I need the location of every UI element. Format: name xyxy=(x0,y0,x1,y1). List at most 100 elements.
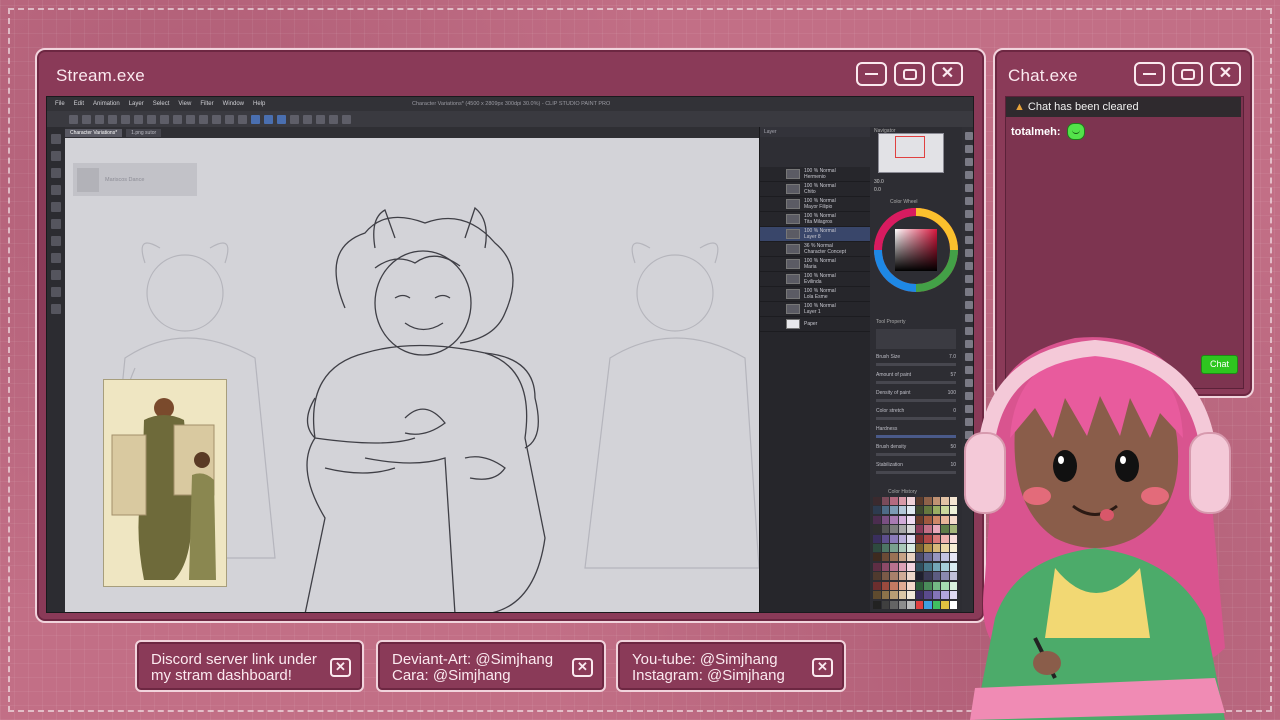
color-history-palette[interactable] xyxy=(873,497,957,609)
toolbar-icon[interactable] xyxy=(121,114,130,124)
color-swatch[interactable] xyxy=(873,497,881,505)
color-swatch[interactable] xyxy=(890,534,898,543)
tool-icon[interactable] xyxy=(51,253,61,263)
color-swatch[interactable] xyxy=(890,562,898,571)
toolbar-icon[interactable] xyxy=(173,114,182,124)
color-swatch[interactable] xyxy=(881,544,889,553)
info-close-button[interactable]: ✕ xyxy=(572,658,593,677)
color-swatch[interactable] xyxy=(924,572,932,581)
property-slider[interactable] xyxy=(876,399,956,402)
tool-icon[interactable] xyxy=(965,145,973,153)
property-stabilization[interactable]: Stabilization 10 xyxy=(870,459,962,471)
zoom-tool-icon[interactable] xyxy=(51,134,61,144)
property-amount-of-paint[interactable]: Amount of paint 57 xyxy=(870,369,962,381)
color-swatch[interactable] xyxy=(924,506,932,515)
layer-row[interactable]: 100 % Normal Maria xyxy=(760,257,870,272)
color-swatch[interactable] xyxy=(890,544,898,553)
color-swatch[interactable] xyxy=(898,544,906,553)
toolbar-icon[interactable] xyxy=(225,114,234,124)
color-swatch[interactable] xyxy=(881,600,889,609)
color-swatch[interactable] xyxy=(924,497,932,505)
layer-row[interactable]: 100 % Normal Lola Esme xyxy=(760,287,870,302)
color-swatch[interactable] xyxy=(890,525,898,534)
layer-row[interactable]: 100 % Normal Evilinda xyxy=(760,272,870,287)
tool-icon[interactable] xyxy=(965,171,973,179)
color-swatch[interactable] xyxy=(881,497,889,505)
layer-row[interactable]: Paper xyxy=(760,317,870,332)
color-swatch[interactable] xyxy=(881,591,889,600)
color-swatch[interactable] xyxy=(890,553,898,562)
color-swatch[interactable] xyxy=(941,497,949,505)
property-density-of-paint[interactable]: Density of paint 100 xyxy=(870,387,962,399)
rotation-value[interactable]: 0.0 xyxy=(874,187,881,193)
drawing-canvas[interactable]: Mariscos Dance xyxy=(65,138,759,612)
navigator-preview[interactable] xyxy=(878,133,944,173)
color-swatch[interactable] xyxy=(907,600,915,609)
layer-row[interactable]: 100 % Normal Hermenio xyxy=(760,167,870,182)
color-swatch[interactable] xyxy=(924,562,932,571)
color-swatch[interactable] xyxy=(915,553,923,562)
color-swatch[interactable] xyxy=(924,525,932,534)
menu-view[interactable]: View xyxy=(178,101,191,107)
tool-icon[interactable] xyxy=(51,185,61,195)
color-swatch[interactable] xyxy=(873,553,881,562)
color-swatch[interactable] xyxy=(924,581,932,590)
color-swatch[interactable] xyxy=(890,581,898,590)
chat-minimize-button[interactable] xyxy=(1134,62,1165,86)
toolbar-icon[interactable] xyxy=(303,114,312,124)
tool-icon[interactable] xyxy=(51,304,61,314)
color-swatch[interactable] xyxy=(873,562,881,571)
property-brush-size[interactable]: Brush Size 7.0 xyxy=(870,351,962,363)
color-wheel[interactable] xyxy=(873,207,959,293)
toolbar-icon[interactable] xyxy=(290,114,299,124)
color-swatch[interactable] xyxy=(915,600,923,609)
toolbar-icon[interactable] xyxy=(238,114,247,124)
color-swatch[interactable] xyxy=(941,562,949,571)
color-swatch[interactable] xyxy=(898,515,906,524)
property-slider[interactable] xyxy=(876,453,956,456)
color-swatch[interactable] xyxy=(907,525,915,534)
color-swatch[interactable] xyxy=(907,581,915,590)
layer-row[interactable]: 100 % Normal Mayor Filipio xyxy=(760,197,870,212)
color-swatch[interactable] xyxy=(881,553,889,562)
tool-icon[interactable] xyxy=(965,275,973,283)
color-swatch[interactable] xyxy=(915,591,923,600)
tool-icon[interactable] xyxy=(51,219,61,229)
color-swatch[interactable] xyxy=(890,497,898,505)
color-swatch[interactable] xyxy=(873,525,881,534)
toolbar-icon[interactable] xyxy=(95,114,104,124)
color-swatch[interactable] xyxy=(907,506,915,515)
color-swatch[interactable] xyxy=(941,506,949,515)
color-swatch[interactable] xyxy=(873,506,881,515)
color-swatch[interactable] xyxy=(881,572,889,581)
color-swatch[interactable] xyxy=(890,506,898,515)
tool-icon[interactable] xyxy=(51,151,61,161)
tool-icon[interactable] xyxy=(965,223,973,231)
color-swatch[interactable] xyxy=(941,534,949,543)
color-swatch[interactable] xyxy=(932,506,940,515)
color-swatch[interactable] xyxy=(941,544,949,553)
color-swatch[interactable] xyxy=(915,572,923,581)
color-swatch[interactable] xyxy=(932,544,940,553)
color-swatch[interactable] xyxy=(932,600,940,609)
toolbar-icon[interactable] xyxy=(342,114,351,124)
color-swatch[interactable] xyxy=(898,534,906,543)
menu-select[interactable]: Select xyxy=(153,101,170,107)
color-swatch[interactable] xyxy=(915,562,923,571)
toolbar-icon[interactable] xyxy=(316,114,325,124)
color-swatch[interactable] xyxy=(924,544,932,553)
toolbar-icon[interactable] xyxy=(264,114,273,124)
color-swatch[interactable] xyxy=(898,497,906,505)
color-swatch[interactable] xyxy=(907,515,915,524)
color-swatch[interactable] xyxy=(881,515,889,524)
layer-row-selected[interactable]: 100 % Normal Layer 8 xyxy=(760,227,870,242)
property-slider[interactable] xyxy=(876,471,956,474)
chat-username[interactable]: totalmeh: xyxy=(1011,126,1061,138)
color-swatch[interactable] xyxy=(881,581,889,590)
toolbar-icon[interactable] xyxy=(212,114,221,124)
stream-minimize-button[interactable] xyxy=(856,62,887,86)
property-hardness[interactable]: Hardness xyxy=(870,423,962,435)
toolbar-icon[interactable] xyxy=(160,114,169,124)
color-swatch[interactable] xyxy=(907,497,915,505)
menu-help[interactable]: Help xyxy=(253,101,265,107)
